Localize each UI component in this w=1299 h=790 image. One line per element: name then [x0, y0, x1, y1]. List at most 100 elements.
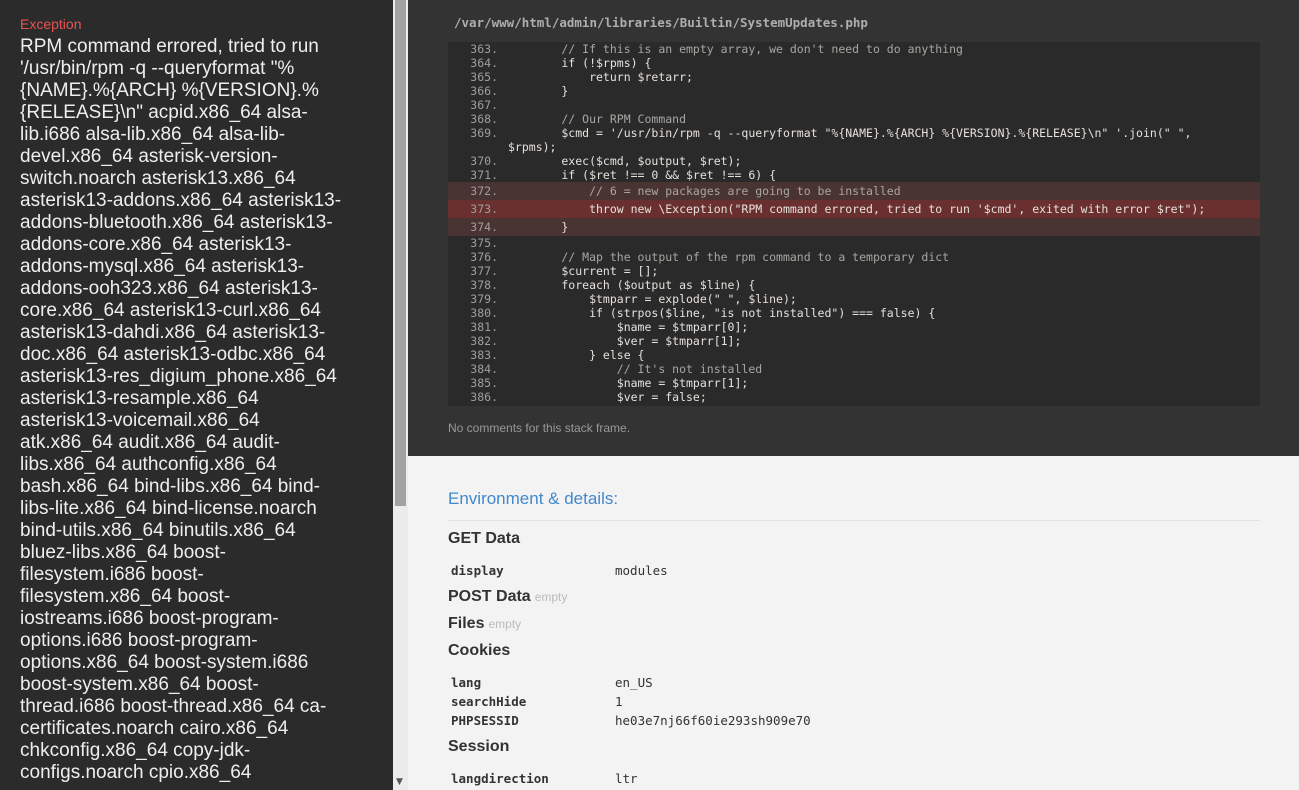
code-line: 384. // It's not installed — [448, 362, 1260, 376]
line-number: 387. — [448, 404, 498, 406]
line-number: 364. — [470, 56, 498, 70]
line-number: 384. — [470, 362, 498, 376]
code-line: 369. $cmd = '/usr/bin/rpm -q --queryform… — [448, 126, 1260, 140]
line-source: if ($ret !== 0 && $ret !== 6) { — [506, 168, 777, 182]
line-source: // It's not installed — [506, 362, 763, 376]
line-number: 386. — [470, 390, 498, 404]
line-number: 371. — [470, 168, 498, 182]
cookie-value: en_US — [615, 675, 653, 690]
code-line: 374. } — [448, 218, 1260, 236]
line-number: 385. — [470, 376, 498, 390]
line-source: throw new \Exception("RPM command errore… — [506, 202, 1206, 216]
code-line: 363. // If this is an empty array, we do… — [448, 42, 1260, 56]
line-source: $cmd = '/usr/bin/rpm -q --queryformat "%… — [506, 126, 1192, 140]
line-number: 366. — [470, 84, 498, 98]
line-number: 381. — [470, 320, 498, 334]
scroll-down-arrow-icon[interactable]: ▼ — [396, 777, 403, 787]
line-number: 368. — [470, 112, 498, 126]
code-line: 379. $tmparr = explode(" ", $line); — [448, 292, 1260, 306]
line-source: // Our RPM Command — [506, 112, 687, 126]
files-label: Files — [448, 615, 485, 632]
line-number: 380. — [470, 306, 498, 320]
line-number: 367. — [470, 98, 498, 112]
scrollbar-thumb[interactable] — [395, 0, 406, 506]
line-source: return $retarr; — [506, 70, 693, 84]
line-source: $name = $tmparr[1]; — [506, 376, 749, 390]
line-source: // If this is an empty array, we don't n… — [506, 42, 963, 56]
code-line: 386. $ver = false; — [448, 390, 1260, 404]
code-line: 378. foreach ($output as $line) { — [448, 278, 1260, 292]
code-line: 367. — [448, 98, 1260, 112]
cookie-key: PHPSESSID — [451, 713, 519, 728]
environment-details: Environment & details: GET Data display … — [408, 456, 1299, 790]
code-line: 376. // Map the output of the rpm comman… — [448, 250, 1260, 264]
line-source: } — [506, 84, 569, 98]
line-number: 382. — [470, 334, 498, 348]
line-source: $ver = false; — [506, 390, 707, 404]
code-line: 370. exec($cmd, $output, $ret); — [448, 154, 1260, 168]
line-source: $tmparr = explode(" ", $line); — [506, 292, 797, 306]
frame-comments-note: No comments for this stack frame. — [448, 421, 631, 435]
exception-panel: Exception RPM command errored, tried to … — [0, 0, 393, 790]
line-number: 383. — [470, 348, 498, 362]
code-line: 385. $name = $tmparr[1]; — [448, 376, 1260, 390]
post-data-title: POST Data empty — [448, 588, 567, 606]
environment-title: Environment & details: — [448, 489, 619, 508]
line-source: $current = []; — [506, 264, 659, 278]
line-number: 379. — [470, 292, 498, 306]
divider — [448, 520, 1260, 521]
line-number: 374. — [470, 220, 498, 234]
code-line: 373. throw new \Exception("RPM command e… — [448, 200, 1260, 218]
code-line: 372. // 6 = new packages are going to be… — [448, 182, 1260, 200]
exception-message: RPM command errored, tried to run '/usr/… — [20, 36, 342, 783]
cookie-key: searchHide — [451, 694, 527, 709]
cookies-title: Cookies — [448, 642, 511, 659]
get-data-title: GET Data — [448, 530, 521, 547]
code-line: 371. if ($ret !== 0 && $ret !== 6) { — [448, 168, 1260, 182]
line-number: 377. — [470, 264, 498, 278]
frame-file-path: /var/www/html/admin/libraries/Builtin/Sy… — [454, 15, 868, 30]
line-source: $rpms); — [508, 140, 557, 154]
post-data-empty: empty — [534, 590, 568, 604]
post-data-label: POST Data — [448, 588, 531, 605]
session-value: ltr — [615, 771, 638, 786]
details-pane: /var/www/html/admin/libraries/Builtin/Sy… — [408, 0, 1299, 790]
code-line: 382. $ver = $tmparr[1]; — [448, 334, 1260, 348]
cookie-value: 1 — [615, 694, 623, 709]
code-snippet: 363. // If this is an empty array, we do… — [448, 42, 1260, 406]
line-source: } else { — [506, 348, 645, 362]
line-number: 372. — [470, 184, 498, 198]
files-title: Files empty — [448, 615, 521, 633]
line-source: foreach ($output as $line) { — [506, 278, 756, 292]
code-line: 366. } — [448, 84, 1260, 98]
code-line: 375. — [448, 236, 1260, 250]
line-number: 365. — [470, 70, 498, 84]
session-title: Session — [448, 738, 510, 755]
line-number: 370. — [470, 154, 498, 168]
line-source: // 6 = new packages are going to be inst… — [506, 184, 901, 198]
line-source: } — [506, 404, 596, 406]
code-line: 364. if (!$rpms) { — [448, 56, 1260, 70]
left-pane-scrollbar[interactable]: ▼ — [393, 0, 408, 790]
cookie-key: lang — [451, 675, 482, 690]
line-number: 369. — [470, 126, 498, 140]
line-source: exec($cmd, $output, $ret); — [506, 154, 742, 168]
exception-type: Exception — [20, 16, 82, 32]
line-source: $name = $tmparr[0]; — [506, 320, 749, 334]
line-number: 373. — [470, 202, 498, 216]
files-empty: empty — [488, 617, 522, 631]
line-source: $ver = $tmparr[1]; — [506, 334, 742, 348]
code-line: 380. if (strpos($line, "is not installed… — [448, 306, 1260, 320]
get-data-key: display — [451, 563, 504, 578]
line-number: 363. — [470, 42, 498, 56]
line-source: // Map the output of the rpm command to … — [506, 250, 950, 264]
code-line: 381. $name = $tmparr[0]; — [448, 320, 1260, 334]
session-key: langdirection — [451, 771, 549, 786]
line-source: } — [506, 220, 569, 234]
line-number: 375. — [470, 236, 498, 250]
code-line: 365. return $retarr; — [448, 70, 1260, 84]
cookie-value: he03e7nj66f60ie293sh909e70 — [615, 713, 811, 728]
get-data-value: modules — [615, 563, 668, 578]
line-number: 378. — [470, 278, 498, 292]
line-source: if (strpos($line, "is not installed") ==… — [506, 306, 936, 320]
